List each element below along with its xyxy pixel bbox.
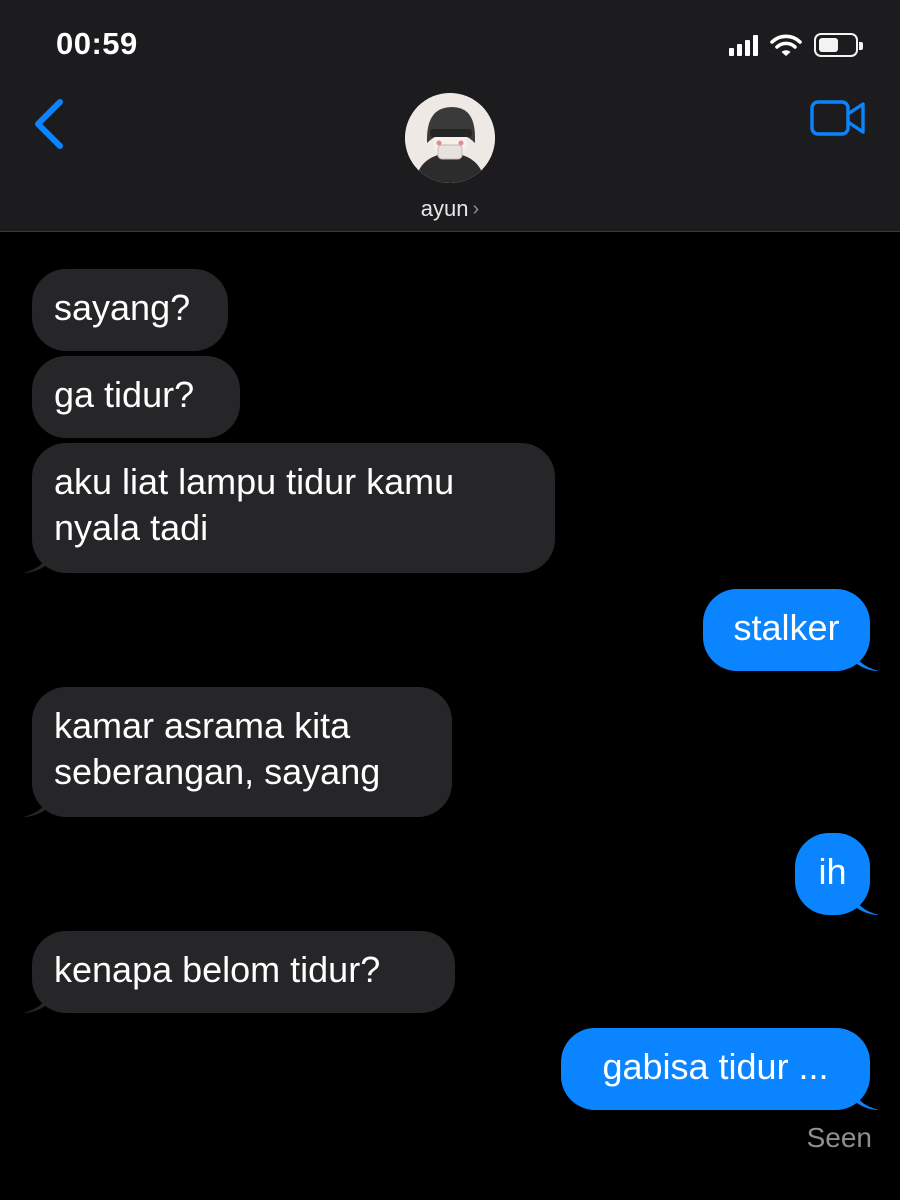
bubble-tail — [23, 549, 49, 573]
contact-name-button[interactable]: ayun › — [0, 196, 900, 222]
message-bubble-incoming[interactable]: aku liat lampu tidur kamu nyala tadi — [23, 443, 555, 573]
wifi-icon — [770, 34, 802, 56]
bubble-tail — [23, 793, 49, 817]
bubble-tail — [853, 891, 879, 915]
message-bubble-outgoing[interactable]: stalker — [703, 589, 879, 671]
read-receipt: Seen — [806, 1122, 872, 1153]
contact-name: ayun — [420, 196, 469, 221]
video-camera-icon[interactable] — [810, 98, 866, 138]
message-text: ga tidur? — [54, 374, 195, 415]
cellular-signal-icon — [729, 34, 758, 56]
message-text: sayang? — [54, 287, 191, 328]
message-text: kenapa belom tidur? — [54, 949, 381, 990]
message-text: ih — [818, 851, 847, 892]
bubble-tail — [23, 989, 49, 1013]
message-bubble-incoming[interactable]: sayang? — [32, 269, 228, 351]
battery-icon — [814, 33, 863, 57]
chevron-right-icon: › — [472, 198, 480, 220]
contact-avatar[interactable] — [405, 93, 495, 183]
message-text: aku liat lampu tidur kamu nyala tadi — [54, 461, 455, 548]
chevron-left-icon[interactable] — [30, 96, 70, 152]
status-time: 00:59 — [56, 26, 138, 61]
status-icons — [729, 30, 863, 60]
message-bubble-incoming[interactable]: kenapa belom tidur? — [23, 931, 455, 1013]
message-bubble-outgoing[interactable]: gabisa tidur ... — [561, 1028, 879, 1110]
message-text: kamar asrama kita seberangan, sayang — [54, 705, 381, 792]
message-text: gabisa tidur ... — [602, 1046, 829, 1087]
message-text: stalker — [733, 607, 840, 648]
message-bubble-incoming[interactable]: ga tidur? — [32, 356, 240, 438]
bubble-tail — [853, 1086, 879, 1110]
bubble-tail — [853, 647, 879, 671]
conversation-header: 00:59 ayun › — [0, 0, 900, 232]
message-bubble-outgoing[interactable]: ih — [795, 833, 879, 915]
message-bubble-incoming[interactable]: kamar asrama kita seberangan, sayang — [23, 687, 452, 817]
